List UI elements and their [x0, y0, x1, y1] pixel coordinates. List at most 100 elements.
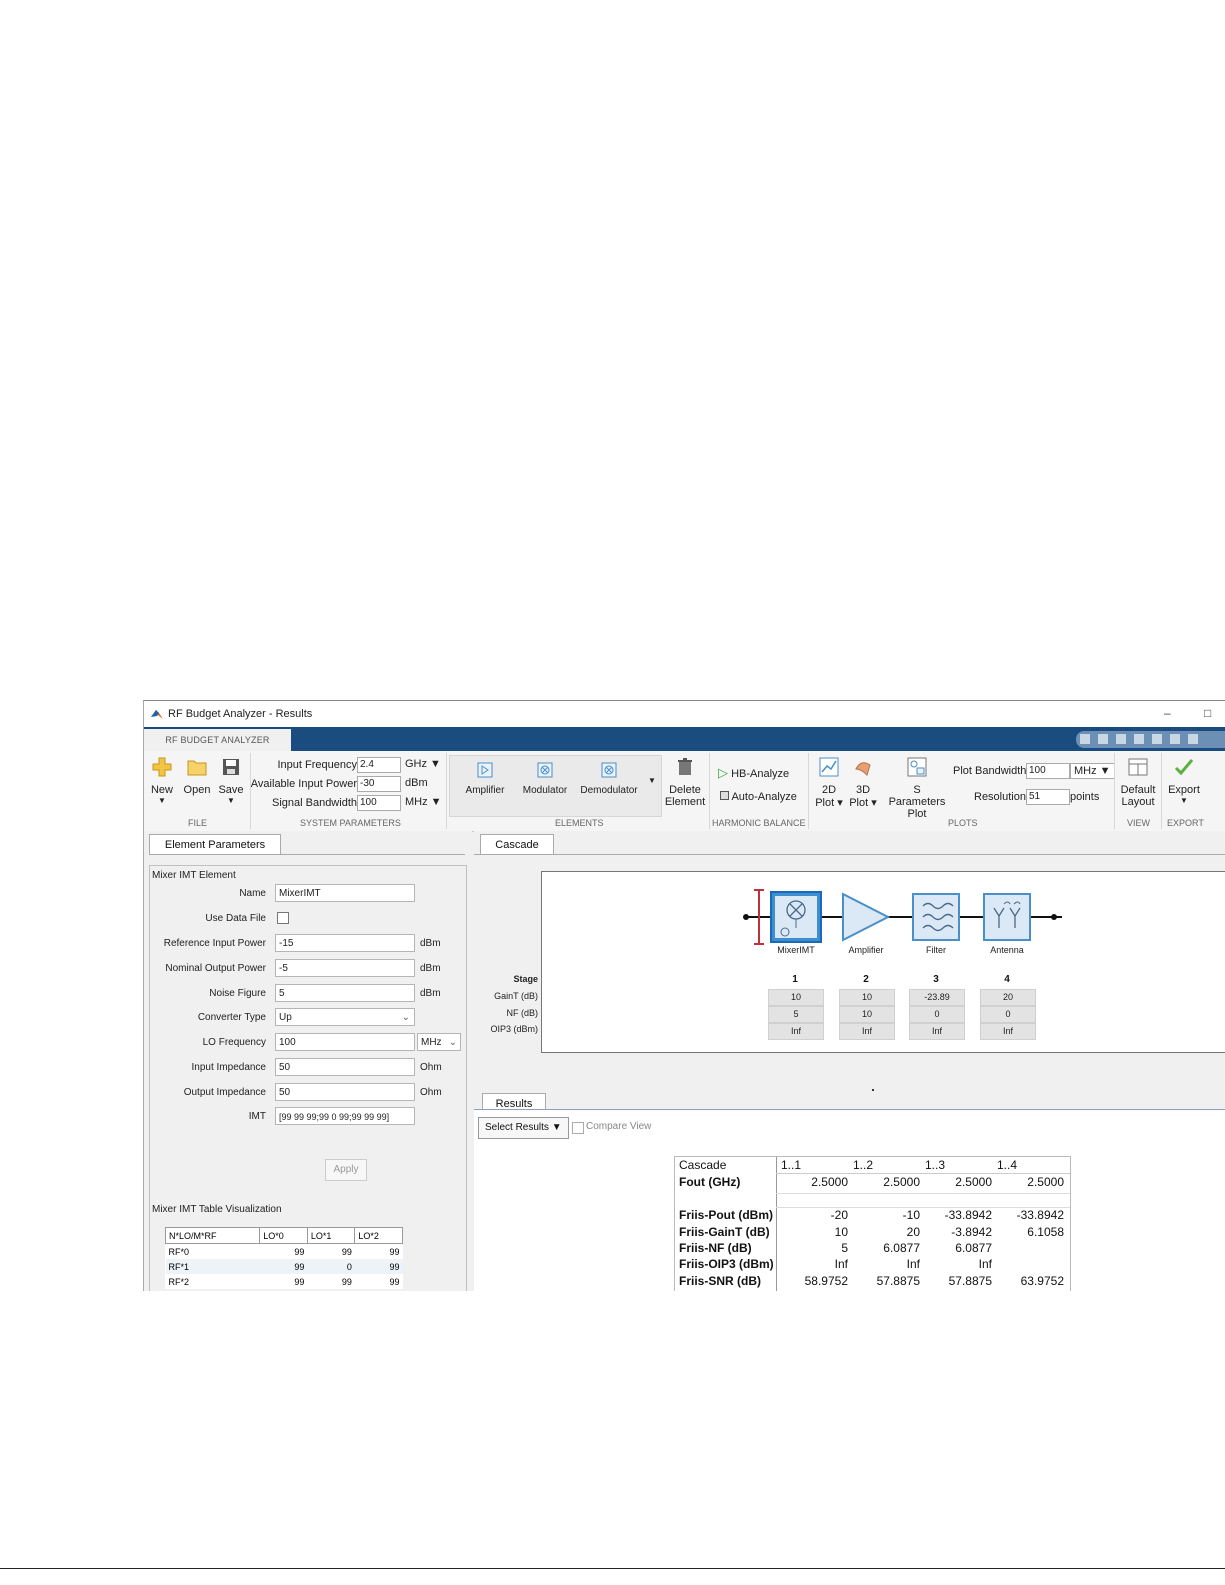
maximize-button[interactable]: □ [1204, 706, 1211, 720]
table-cell: 99 [389, 1246, 400, 1257]
amplifier-element-icon[interactable] [842, 892, 891, 942]
imt-table: N*LO/M*RF LO*0 LO*1 LO*2 RF*0 99 99 99 R… [164, 1227, 403, 1289]
add-amplifier-button[interactable]: Amplifier [460, 762, 510, 796]
plot-2d-button[interactable]: 2D Plot ▾ [814, 757, 844, 809]
hb-analyze-button[interactable]: ▷ HB-Analyze [718, 765, 789, 781]
auto-analyze-toggle[interactable]: Auto-Analyze [720, 791, 797, 803]
page-bottom-rule [0, 1568, 1225, 1569]
ribbon: New ▼ Open Save ▼ FILE Input Frequency 2… [144, 751, 1225, 832]
add-modulator-button[interactable]: Modulator [520, 762, 570, 796]
column-header[interactable]: LO*1 [306, 1227, 356, 1244]
select-results-button[interactable]: Select Results ▼ [478, 1117, 569, 1139]
quick-access-toolbar [1076, 731, 1225, 748]
input-impedance-label: Input Impedance [191, 1062, 267, 1073]
plot-bandwidth-field[interactable]: 100 [1026, 763, 1070, 779]
modulator-icon [537, 762, 553, 778]
column-header[interactable]: LO*0 [259, 1227, 308, 1244]
demodulator-label: Demodulator [580, 785, 638, 796]
save-button[interactable]: Save ▼ [218, 757, 244, 805]
signal-bandwidth-unit-dropdown[interactable]: MHz ▼ [405, 795, 442, 809]
name-field[interactable]: MixerIMT [275, 884, 415, 902]
minimize-button[interactable]: – [1164, 706, 1171, 720]
s-parameters-plot-button[interactable]: S Parameters Plot [884, 757, 950, 820]
oip3-row-label: OIP3 (dBm) [490, 1024, 538, 1034]
paste-quick-icon[interactable] [1134, 734, 1144, 744]
column-header[interactable]: N*LO/M*RF [164, 1227, 261, 1244]
layout-quick-icon[interactable] [1188, 734, 1198, 744]
filter-element-icon[interactable] [912, 893, 960, 941]
friis-nf-value: 6.0877 [883, 1241, 920, 1255]
copy-quick-icon[interactable] [1116, 734, 1126, 744]
default-layout-button[interactable]: Default Layout [1119, 757, 1157, 808]
input-impedance-field[interactable]: 50 [275, 1058, 415, 1076]
divider [709, 753, 710, 829]
hb-analyze-label: HB-Analyze [731, 768, 790, 780]
divider [250, 753, 251, 829]
column-header[interactable]: LO*2 [354, 1227, 403, 1244]
resolution-unit: points [1070, 791, 1100, 803]
save-quick-icon[interactable] [1080, 734, 1090, 744]
plot-bandwidth-unit-dropdown[interactable]: MHz ▼ [1070, 763, 1115, 779]
divider [808, 753, 809, 829]
oip3-cell: Inf [839, 1023, 895, 1040]
save-dropdown-icon[interactable]: ▼ [218, 796, 244, 805]
gain-cell: 10 [839, 989, 895, 1006]
lo-frequency-field[interactable]: 100 [275, 1033, 415, 1051]
use-data-file-checkbox[interactable] [277, 912, 289, 924]
friis-snr-value: 58.9752 [804, 1274, 848, 1288]
signal-bandwidth-field[interactable]: 100 [357, 795, 401, 811]
nf-cell: 0 [909, 1006, 965, 1023]
converter-type-value: Up [279, 1012, 292, 1023]
cascade-canvas[interactable]: MixerIMT Amplifier Filter Antenna 1 2 3 … [541, 871, 1225, 1053]
stage-number: 3 [933, 974, 939, 985]
output-impedance-field[interactable]: 50 [275, 1083, 415, 1101]
oip3-cell: Inf [980, 1023, 1036, 1040]
gallery-expand-icon[interactable]: ▼ [648, 776, 656, 785]
undo-quick-icon[interactable] [1152, 734, 1162, 744]
input-impedance-unit: Ohm [420, 1062, 442, 1073]
lo-frequency-unit-select[interactable]: MHz ⌄ [417, 1033, 461, 1051]
splitter-handle[interactable] [872, 1089, 874, 1091]
tab-underline [474, 854, 1225, 855]
reference-input-power-field[interactable]: -15 [275, 934, 415, 952]
plot-3d-button[interactable]: 3D Plot ▾ [848, 757, 878, 809]
fout-value: 2.5000 [955, 1175, 992, 1189]
friis-nf-value: 6.0877 [955, 1241, 992, 1255]
redo-quick-icon[interactable] [1170, 734, 1180, 744]
tab-cascade[interactable]: Cascade [480, 834, 554, 855]
tab-element-parameters[interactable]: Element Parameters [149, 834, 281, 855]
input-frequency-unit-dropdown[interactable]: GHz ▼ [405, 757, 441, 771]
noise-figure-label: Noise Figure [209, 988, 266, 999]
title-bar: RF Budget Analyzer - Results – □ [144, 701, 1225, 727]
friis-nf-label: Friis-NF (dB) [679, 1241, 752, 1255]
chevron-down-icon: ⌄ [448, 1037, 457, 1048]
add-demodulator-button[interactable]: Demodulator [578, 762, 640, 796]
lo-frequency-unit-value: MHz [421, 1037, 442, 1048]
export-button[interactable]: Export ▼ [1166, 757, 1202, 805]
new-button[interactable]: New ▼ [150, 757, 174, 805]
converter-type-select[interactable]: Up ⌄ [275, 1008, 415, 1026]
mixer-imt-icon[interactable] [770, 891, 822, 943]
available-input-power-field[interactable]: -30 [357, 776, 401, 792]
delete-element-button[interactable]: Delete Element [664, 757, 706, 808]
noise-figure-field[interactable]: 5 [275, 984, 415, 1002]
export-dropdown-icon[interactable]: ▼ [1166, 796, 1202, 805]
compare-view-checkbox[interactable] [572, 1122, 584, 1134]
input-frequency-label: Input Frequency [277, 759, 358, 771]
element-parameters-body: Mixer IMT Element Name MixerIMT Use Data… [149, 865, 467, 1291]
resolution-field[interactable]: 51 [1026, 789, 1070, 805]
results-column-header: 1..1 [781, 1158, 802, 1172]
new-dropdown-icon[interactable]: ▼ [150, 796, 174, 805]
open-button[interactable]: Open [182, 757, 212, 796]
nominal-output-power-field[interactable]: -5 [275, 959, 415, 977]
antenna-element-icon[interactable] [983, 893, 1031, 941]
input-frequency-field[interactable]: 2.4 [357, 757, 401, 773]
auto-analyze-checkbox[interactable] [720, 791, 729, 800]
apply-button[interactable]: Apply [325, 1159, 367, 1181]
tab-rf-budget-analyzer[interactable]: RF BUDGET ANALYZER [144, 729, 291, 751]
friis-pout-value: -33.8942 [944, 1208, 992, 1222]
gain-row-label: GainT (dB) [494, 991, 538, 1001]
imt-field[interactable]: [99 99 99;99 0 99;99 99 99] [275, 1107, 415, 1125]
plot-2d-label-line1: 2D [821, 784, 837, 796]
cut-quick-icon[interactable] [1098, 734, 1108, 744]
